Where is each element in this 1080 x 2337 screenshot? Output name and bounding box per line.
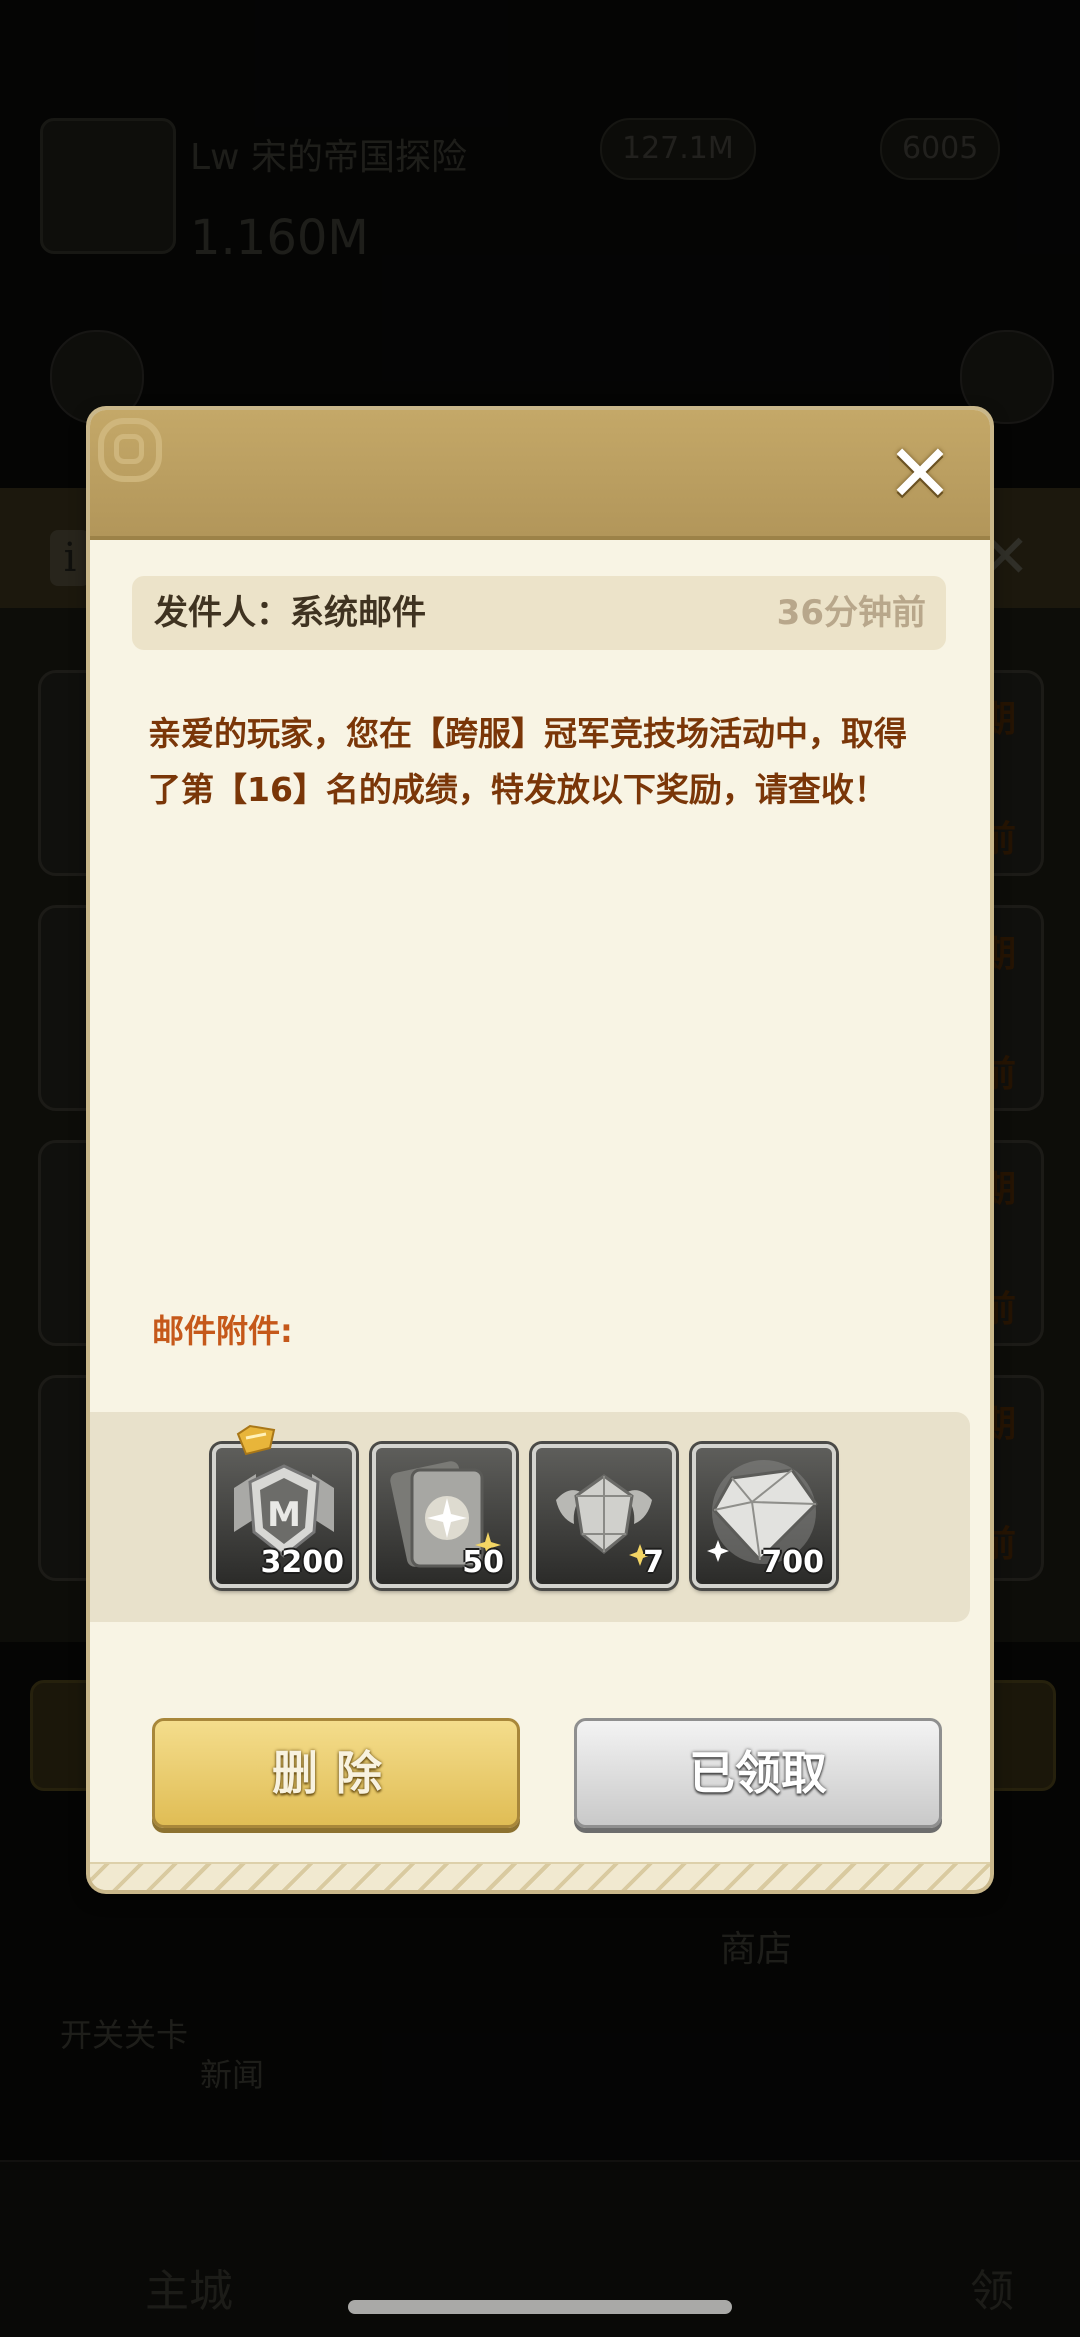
gem-counter: 6005 [880, 118, 1001, 180]
claimed-button[interactable]: 已领取 [574, 1718, 942, 1828]
player-power: 1.160M [190, 210, 369, 266]
swirl-ornament-icon [98, 418, 162, 482]
gold-counter: 127.1M [600, 118, 756, 180]
info-icon: i [50, 530, 90, 586]
attachment-item[interactable]: 700 [692, 1444, 836, 1588]
news-label-bg: 新闻 [200, 2056, 265, 2094]
sender-bar: 发件人：系统邮件 36分钟前 [132, 576, 946, 650]
player-name: Lw 宋的帝国探险 [190, 137, 467, 178]
mail-dialog-frame: 发件人：系统邮件 36分钟前 亲爱的玩家，您在【跨服】冠军竞技场活动中，取得了第… [90, 410, 990, 1890]
sender-label: 发件人：系统邮件 [154, 593, 426, 633]
gem-value: 6005 [902, 131, 979, 166]
stage-label-bg: 开关关卡 [60, 2016, 189, 2054]
svg-text:M: M [267, 1495, 301, 1535]
shop-label-bg: 商店 [720, 1929, 793, 1970]
nav-home-label: 主城 [145, 2266, 233, 2317]
mail-dialog: 发件人：系统邮件 36分钟前 亲爱的玩家，您在【跨服】冠军竞技场活动中，取得了第… [90, 410, 990, 1890]
attachment-count: 700 [761, 1545, 824, 1580]
sent-time: 36分钟前 [776, 593, 926, 633]
close-icon[interactable]: ✕ [880, 434, 960, 514]
mail-body-text: 亲爱的玩家，您在【跨服】冠军竞技场活动中，取得了第【16】名的成绩，特发放以下奖… [148, 714, 907, 809]
nav-claim-label: 领 [970, 2266, 1014, 2317]
new-tag-icon [236, 1424, 276, 1456]
attachment-count: 7 [643, 1545, 664, 1580]
attachment-item[interactable]: M 3200 [212, 1444, 356, 1588]
attachment-count: 50 [462, 1545, 504, 1580]
dialog-bottom-trim [90, 1862, 990, 1890]
player-avatar [40, 118, 176, 254]
attachment-item[interactable]: 50 [372, 1444, 516, 1588]
mail-dialog-header [90, 410, 990, 540]
attachment-count: 3200 [260, 1545, 345, 1580]
delete-button[interactable]: 删除 [152, 1718, 520, 1828]
gold-value: 127.1M [622, 131, 734, 166]
attachments-strip: M 3200 50 7 700 [90, 1412, 970, 1622]
attachments-label: 邮件附件: [152, 1312, 293, 1350]
screen: Lw 宋的帝国探险 1.160M 127.1M 6005 i ✕ 期 前 期 前… [0, 0, 1080, 2337]
home-indicator[interactable] [348, 2300, 732, 2314]
attachment-item[interactable]: 7 [532, 1444, 676, 1588]
